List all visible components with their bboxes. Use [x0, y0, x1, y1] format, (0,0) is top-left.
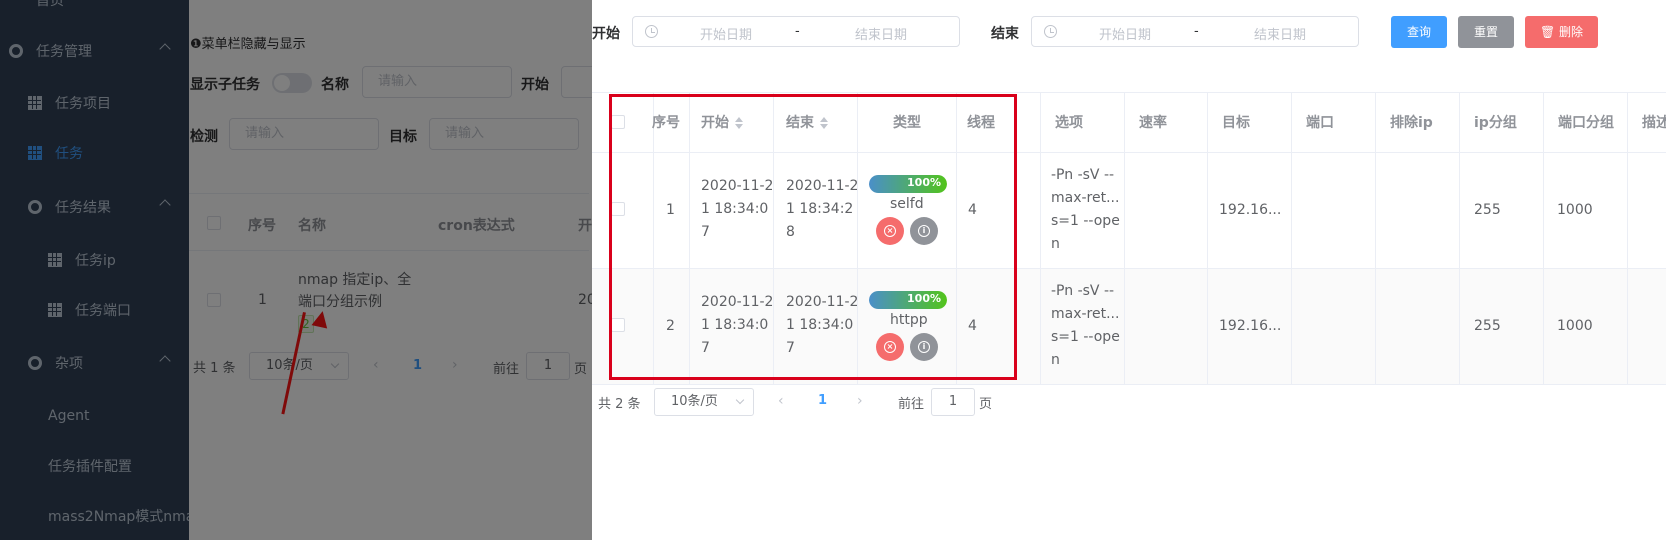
page-size-select[interactable]: 10条/页: [654, 388, 754, 416]
pagination-total: 共 2 条: [598, 397, 641, 412]
column-header-port: 端口: [1306, 115, 1334, 131]
page-size-value: 10条/页: [671, 394, 718, 409]
start-filter-label: 开始: [592, 26, 620, 42]
col-divider: [1627, 92, 1628, 384]
column-header-target: 目标: [1222, 115, 1250, 131]
col-divider: [1291, 92, 1292, 384]
clock-icon: [645, 25, 658, 38]
goto-page-input[interactable]: 1: [931, 388, 975, 416]
target-value: 192.16...: [1219, 202, 1282, 218]
options-value: max-ret...: [1051, 306, 1120, 322]
chevron-down-icon: [735, 395, 745, 405]
annotation-highlight-box: [609, 94, 1017, 380]
start-date-range[interactable]: 开始日期 - 结束日期: [632, 16, 960, 47]
port-group-value: 1000: [1557, 202, 1593, 218]
end-date-input[interactable]: 结束日期: [855, 24, 907, 43]
col-divider: [1207, 92, 1208, 384]
column-header-options: 选项: [1055, 115, 1083, 131]
page-unit-label: 页: [979, 397, 993, 412]
current-page[interactable]: 1: [818, 393, 827, 408]
end-date-range[interactable]: 开始日期 - 结束日期: [1031, 16, 1359, 47]
range-separator: -: [1194, 24, 1199, 39]
table-divider: [592, 384, 1666, 385]
target-value: 192.16...: [1219, 318, 1282, 334]
table-top-border: [592, 92, 1666, 93]
start-date-input[interactable]: 开始日期: [1099, 24, 1151, 43]
delete-button[interactable]: 🗑 删除: [1525, 16, 1598, 48]
options-value: -Pn -sV --: [1051, 283, 1115, 299]
trash-icon: 🗑: [1539, 25, 1556, 39]
delete-button-label: 删除: [1559, 25, 1584, 39]
options-value: s=1 --ope: [1051, 329, 1120, 345]
column-header-ip-group: ip分组: [1474, 115, 1517, 131]
options-value: -Pn -sV --: [1051, 167, 1115, 183]
column-header-port-group: 端口分组: [1558, 115, 1614, 131]
options-value: n: [1051, 236, 1060, 252]
column-header-rate: 速率: [1139, 115, 1167, 131]
start-date-input[interactable]: 开始日期: [700, 24, 752, 43]
port-group-value: 1000: [1557, 318, 1593, 334]
column-header-exclude-ip: 排除ip: [1390, 115, 1433, 131]
end-filter-label: 结束: [991, 26, 1019, 42]
clock-icon: [1044, 25, 1057, 38]
col-divider: [1543, 92, 1544, 384]
prev-page-button[interactable]: ‹: [778, 393, 784, 409]
ip-group-value: 255: [1474, 202, 1501, 218]
column-header-description: 描述: [1642, 115, 1666, 131]
query-button[interactable]: 查询: [1391, 16, 1447, 48]
drawer-overlay[interactable]: [0, 0, 592, 540]
ip-group-value: 255: [1474, 318, 1501, 334]
col-divider: [1459, 92, 1460, 384]
options-value: max-ret...: [1051, 190, 1120, 206]
options-value: n: [1051, 352, 1060, 368]
col-divider: [1124, 92, 1125, 384]
options-value: s=1 --ope: [1051, 213, 1120, 229]
col-divider: [1375, 92, 1376, 384]
goto-label: 前往: [898, 397, 925, 412]
reset-button[interactable]: 重置: [1458, 16, 1514, 48]
end-date-input[interactable]: 结束日期: [1254, 24, 1306, 43]
next-page-button[interactable]: ›: [857, 393, 863, 409]
col-divider: [1040, 92, 1041, 384]
range-separator: -: [795, 24, 800, 39]
